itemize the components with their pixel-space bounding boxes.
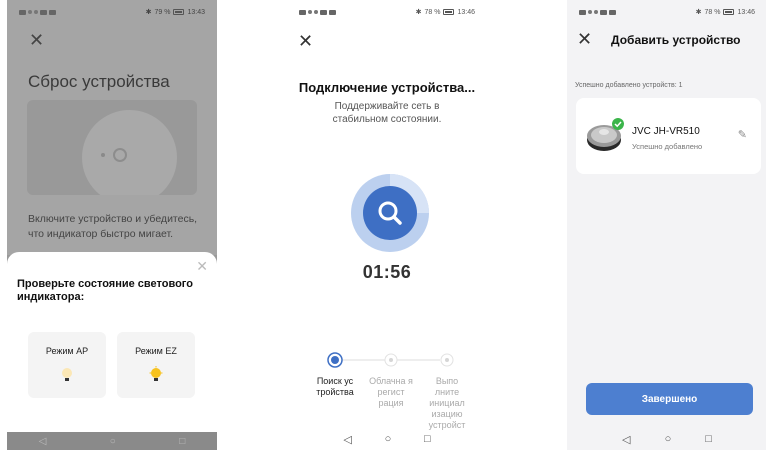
step-label-search: Поиск ус тройства <box>316 376 354 397</box>
device-illustration <box>27 100 197 195</box>
phone-connecting: ✱ 78 % 13:46 ✕ Подключение устройства...… <box>287 0 487 450</box>
countdown-timer: 01:56 <box>362 262 412 282</box>
page-title: Добавить устройство <box>611 33 741 47</box>
notification-icon <box>600 9 607 15</box>
back-nav-icon[interactable]: ◁ <box>622 433 630 446</box>
page-title: Сброс устройства <box>28 72 170 91</box>
scanning-indicator <box>351 174 429 252</box>
close-icon[interactable]: ✕ <box>577 30 592 48</box>
status-icons-left <box>19 9 56 15</box>
bluetooth-icon: ✱ <box>695 9 702 16</box>
signal-icon <box>588 10 592 14</box>
added-count-text: Успешно добавлено устройств: 1 <box>575 82 683 89</box>
check-icon <box>612 118 624 130</box>
device-name: JVC JH-VR510 <box>632 126 700 137</box>
indicator-bottom-sheet: ✕ Проверьте состояние светового индикато… <box>7 252 217 432</box>
close-icon[interactable]: ✕ <box>196 258 208 275</box>
back-nav-icon[interactable]: ◁ <box>343 433 351 446</box>
notification-icon <box>19 9 26 15</box>
notification-icon <box>329 9 336 15</box>
instruction-text: Включите устройство и убедитесь, что инд… <box>28 213 198 240</box>
device-status: Успешно добавлено <box>632 142 703 151</box>
status-icons-right: ✱ 78 % 13:46 <box>695 8 755 17</box>
notification-icon <box>579 9 586 15</box>
home-nav-icon[interactable]: ○ <box>110 436 116 447</box>
mode-ez-option[interactable]: Режим EZ <box>117 332 195 398</box>
wifi-icon <box>594 10 598 14</box>
page-subtitle: Поддерживайте сеть в стабильном состояни… <box>332 101 442 125</box>
wifi-icon <box>34 10 38 14</box>
device-card[interactable]: JVC JH-VR510 Успешно добавлено ✎ <box>576 98 761 174</box>
battery-percent: 79 % <box>154 8 171 16</box>
status-icons-left <box>299 9 336 15</box>
notification-icon <box>609 9 616 15</box>
status-time: 13:46 <box>457 8 475 16</box>
screenshot-stage: ✱ 79 % 13:43 ✕ Сброс устройства Включите… <box>0 0 766 450</box>
wifi-icon <box>314 10 318 14</box>
battery-percent: 78 % <box>424 8 441 16</box>
sheet-title: Проверьте состояние светового индикатора… <box>17 278 193 303</box>
bulb-icon <box>149 366 163 381</box>
bluetooth-icon: ✱ <box>415 9 422 16</box>
status-icons-right: ✱ 79 % 13:43 <box>145 8 205 17</box>
notification-icon <box>299 9 306 15</box>
page-title: Подключение устройства... <box>298 80 476 95</box>
system-nav-bar: ◁ ○ □ <box>287 433 487 446</box>
step-label-init: Выпо лните инициал изацию устройст <box>428 376 466 430</box>
status-time: 13:43 <box>187 8 205 16</box>
power-button-image <box>113 148 127 162</box>
home-nav-icon[interactable]: ○ <box>665 433 672 446</box>
mode-label: Режим AP <box>45 346 89 356</box>
step-dot <box>384 353 398 367</box>
signal-icon <box>28 10 32 14</box>
step-dot <box>440 353 454 367</box>
recent-nav-icon[interactable]: □ <box>424 433 431 446</box>
status-bar: ✱ 79 % 13:43 <box>7 0 217 24</box>
progress-steps <box>327 352 454 368</box>
close-icon[interactable]: ✕ <box>298 32 313 50</box>
battery-icon <box>723 9 735 15</box>
back-nav-icon[interactable]: ◁ <box>39 436 47 447</box>
status-bar: ✱ 78 % 13:46 <box>567 0 766 24</box>
battery-icon <box>443 9 455 15</box>
system-nav-bar: ◁ ○ □ <box>7 432 217 450</box>
mode-label: Режим EZ <box>135 346 177 356</box>
battery-percent: 78 % <box>704 8 721 16</box>
status-icons-left <box>579 9 616 15</box>
notification-icon <box>40 9 47 15</box>
status-time: 13:46 <box>737 8 755 16</box>
close-icon[interactable]: ✕ <box>29 31 44 49</box>
mode-ap-option[interactable]: Режим AP <box>28 332 106 398</box>
step-label-cloud: Облачна я регист рация <box>369 376 413 408</box>
robot-top-image <box>82 110 177 195</box>
signal-icon <box>308 10 312 14</box>
phone-reset-device: ✱ 79 % 13:43 ✕ Сброс устройства Включите… <box>7 0 217 450</box>
bulb-icon <box>62 368 72 381</box>
recent-nav-icon[interactable]: □ <box>179 436 185 447</box>
status-icons-right: ✱ 78 % 13:46 <box>415 8 475 17</box>
done-button[interactable]: Завершено <box>586 383 753 415</box>
system-nav-bar: ◁ ○ □ <box>567 433 766 446</box>
recent-nav-icon[interactable]: □ <box>705 433 712 446</box>
notification-icon <box>49 9 56 15</box>
notification-icon <box>320 9 327 15</box>
phone-device-added: ✱ 78 % 13:46 ✕ Добавить устройство Успеш… <box>567 0 766 450</box>
indicator-led <box>101 153 105 157</box>
status-bar: ✱ 78 % 13:46 <box>287 0 487 24</box>
bluetooth-icon: ✱ <box>145 9 152 16</box>
robot-vacuum-image <box>587 118 624 151</box>
step-dot-active <box>327 352 343 368</box>
edit-icon[interactable]: ✎ <box>738 128 747 141</box>
battery-icon <box>173 9 185 15</box>
home-nav-icon[interactable]: ○ <box>385 433 392 446</box>
